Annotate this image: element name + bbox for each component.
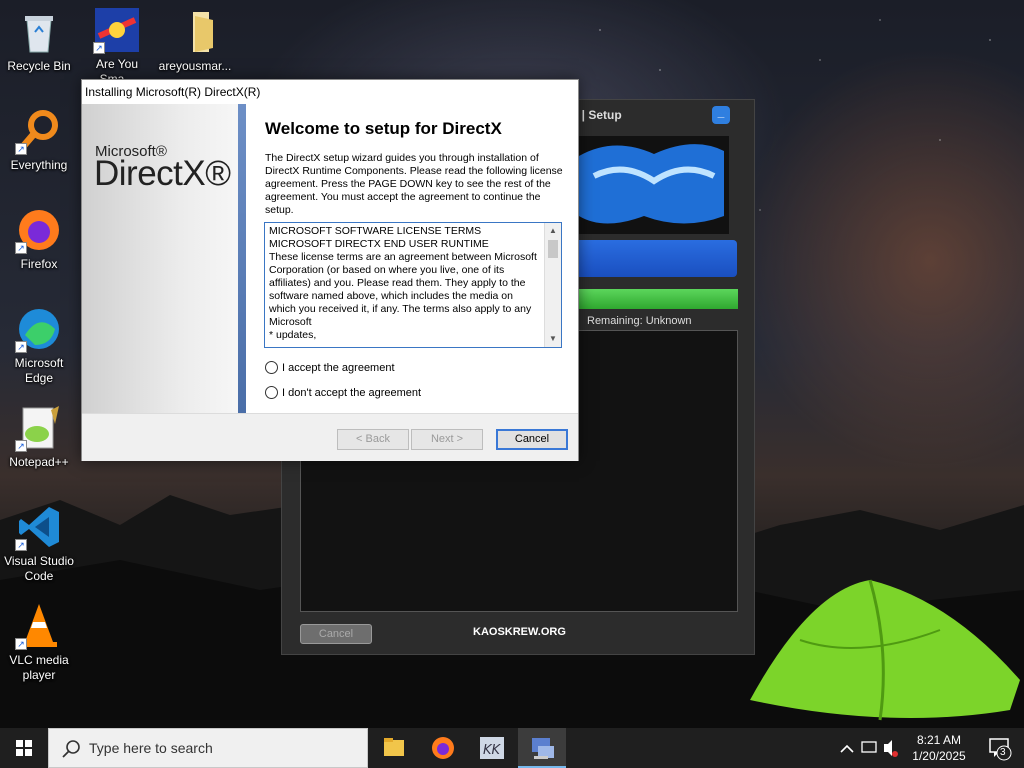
license-scrollbar[interactable]: ▲ ▼ bbox=[544, 223, 561, 347]
taskbar-kk-app[interactable]: KK bbox=[468, 728, 516, 768]
side-panel-stripe bbox=[238, 104, 246, 413]
desktop-icon-label: areyousmar... bbox=[158, 59, 232, 73]
shortcut-arrow-icon: ↗ bbox=[93, 42, 105, 54]
setup-blue-button[interactable] bbox=[579, 240, 737, 277]
desktop-icon-label: Microsoft Edge bbox=[14, 356, 64, 385]
clock-date: 1/20/2025 bbox=[912, 749, 966, 763]
license-line: These license terms are an agreement bet… bbox=[269, 251, 537, 328]
license-text: MICROSOFT SOFTWARE LICENSE TERMS MICROSO… bbox=[269, 225, 541, 342]
shortcut-arrow-icon: ↗ bbox=[15, 341, 27, 353]
setup-site-link[interactable]: KAOSKREW.ORG bbox=[473, 626, 566, 638]
scroll-down-icon[interactable]: ▼ bbox=[545, 331, 561, 347]
taskbar: Type here to search KK 8:21 AM 1/20/2025 bbox=[0, 728, 1024, 768]
radio-decline-label: I don't accept the agreement bbox=[282, 386, 422, 399]
recycle-bin-icon bbox=[15, 8, 63, 56]
license-line: * updates, bbox=[269, 329, 317, 341]
everything-search-icon: ↗ bbox=[15, 107, 63, 155]
desktop-icon-vlc[interactable]: ↗ VLC media player bbox=[0, 602, 78, 683]
scroll-thumb[interactable] bbox=[548, 240, 558, 258]
license-line: MICROSOFT SOFTWARE LICENSE TERMS bbox=[269, 225, 482, 237]
wallpaper-tent bbox=[750, 579, 1020, 721]
scroll-up-icon[interactable]: ▲ bbox=[545, 223, 561, 239]
radio-circle-icon[interactable] bbox=[265, 386, 278, 399]
setup-progress-bar bbox=[579, 289, 738, 309]
back-button[interactable]: < Back bbox=[337, 429, 409, 450]
vscode-icon: ↗ bbox=[15, 503, 63, 551]
firefox-icon bbox=[432, 737, 454, 759]
desktop-icon-are-you-smarter[interactable]: ↗ Are You Sma... bbox=[78, 6, 156, 87]
shortcut-arrow-icon: ↗ bbox=[15, 143, 27, 155]
firefox-icon: ↗ bbox=[15, 206, 63, 254]
kk-app-icon: KK bbox=[480, 737, 504, 759]
shortcut-arrow-icon: ↗ bbox=[15, 638, 27, 650]
dialog-intro-text: The DirectX setup wizard guides you thro… bbox=[265, 152, 563, 216]
radio-accept[interactable]: I accept the agreement bbox=[265, 361, 395, 374]
setup-minimize-button[interactable]: _ bbox=[712, 106, 730, 124]
taskbar-setup-app[interactable] bbox=[518, 728, 566, 768]
desktop-icon-label: VLC media player bbox=[9, 653, 69, 682]
desktop-icon-everything[interactable]: ↗ Everything bbox=[0, 107, 78, 173]
system-tray bbox=[838, 728, 898, 768]
desktop-icon-label: Notepad++ bbox=[9, 455, 69, 469]
desktop-icon-vscode[interactable]: ↗ Visual Studio Code bbox=[0, 503, 78, 584]
dialog-titlebar[interactable]: Installing Microsoft(R) DirectX(R) bbox=[82, 80, 578, 104]
license-line: MICROSOFT DIRECTX END USER RUNTIME bbox=[269, 238, 489, 250]
notepadpp-icon: ↗ bbox=[15, 404, 63, 452]
radio-circle-icon[interactable] bbox=[265, 361, 278, 374]
setup-banner-logo bbox=[574, 136, 729, 234]
notification-center-button[interactable]: 3 bbox=[978, 728, 1024, 768]
search-placeholder: Type here to search bbox=[89, 740, 213, 756]
shortcut-arrow-icon: ↗ bbox=[15, 242, 27, 254]
desktop-icon-notepadpp[interactable]: ↗ Notepad++ bbox=[0, 404, 78, 470]
desktop-icon-edge[interactable]: ↗ Microsoft Edge bbox=[0, 305, 78, 386]
notification-count: 3 bbox=[1000, 747, 1006, 758]
desktop-icon-label: Firefox bbox=[20, 257, 58, 271]
start-button[interactable] bbox=[0, 728, 48, 768]
dialog-title: Installing Microsoft(R) DirectX(R) bbox=[85, 85, 261, 99]
desktop-icon-label: Everything bbox=[10, 158, 68, 172]
svg-text:KK: KK bbox=[483, 743, 502, 758]
desktop-icon-label: Visual Studio Code bbox=[4, 554, 74, 583]
dialog-heading: Welcome to setup for DirectX bbox=[265, 119, 502, 138]
cancel-button[interactable]: Cancel bbox=[496, 429, 568, 450]
dialog-footer: < Back Next > Cancel bbox=[82, 413, 578, 461]
directx-logo-text: DirectX® bbox=[94, 154, 231, 193]
desktop-icon-folder[interactable]: areyousmar... bbox=[156, 8, 234, 74]
taskbar-firefox[interactable] bbox=[419, 728, 467, 768]
taskbar-clock[interactable]: 8:21 AM 1/20/2025 bbox=[900, 732, 978, 764]
vlc-icon: ↗ bbox=[15, 602, 63, 650]
taskbar-file-explorer[interactable] bbox=[370, 728, 418, 768]
windows-logo-icon bbox=[16, 740, 32, 756]
radio-accept-label: I accept the agreement bbox=[282, 361, 395, 374]
directx-setup-dialog[interactable]: Installing Microsoft(R) DirectX(R) Micro… bbox=[81, 79, 579, 461]
shortcut-arrow-icon: ↗ bbox=[15, 440, 27, 452]
chevron-up-icon[interactable] bbox=[840, 744, 854, 753]
game-shortcut-icon: ↗ bbox=[93, 6, 141, 54]
desktop-icon-firefox[interactable]: ↗ Firefox bbox=[0, 206, 78, 272]
radio-decline[interactable]: I don't accept the agreement bbox=[265, 386, 421, 399]
edge-icon: ↗ bbox=[15, 305, 63, 353]
folder-icon bbox=[171, 8, 219, 56]
shortcut-arrow-icon: ↗ bbox=[15, 539, 27, 551]
setup-app-icon bbox=[532, 738, 554, 759]
setup-remaining-text: Remaining: Unknown bbox=[587, 315, 692, 327]
file-explorer-icon bbox=[384, 738, 404, 756]
desktop-icon-label: Recycle Bin bbox=[7, 59, 71, 73]
volume-muted-icon[interactable] bbox=[884, 740, 892, 756]
search-icon bbox=[62, 740, 80, 758]
taskbar-search-box[interactable]: Type here to search bbox=[48, 728, 368, 768]
setup-cancel-button[interactable]: Cancel bbox=[300, 624, 372, 644]
clock-time: 8:21 AM bbox=[916, 733, 962, 747]
dialog-side-panel: Microsoft® DirectX® bbox=[82, 104, 246, 413]
desktop-icon-recycle-bin[interactable]: Recycle Bin bbox=[0, 8, 78, 74]
license-textbox[interactable]: MICROSOFT SOFTWARE LICENSE TERMS MICROSO… bbox=[264, 222, 562, 348]
next-button[interactable]: Next > bbox=[411, 429, 483, 450]
network-icon[interactable] bbox=[861, 741, 877, 753]
